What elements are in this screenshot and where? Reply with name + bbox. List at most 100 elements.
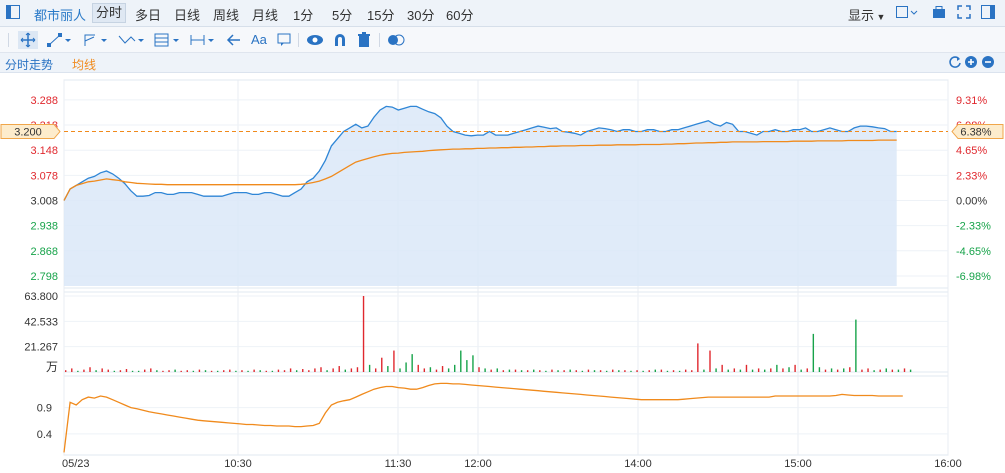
line-tool-icon[interactable] (46, 31, 74, 49)
tab-30min[interactable]: 30分 (407, 5, 434, 24)
tab-weekly[interactable]: 周线 (213, 5, 239, 24)
volume-bar (405, 362, 407, 372)
volume-bar (162, 370, 164, 372)
tab-intraday-trend[interactable]: 分时走势 (5, 56, 53, 73)
volume-panel (63, 291, 949, 373)
intraday-chart[interactable]: 3.2889.31%3.2186.98%3.1484.65%3.0782.33%… (0, 73, 1005, 473)
tab-60min[interactable]: 60分 (446, 5, 473, 24)
chevron-down-icon: ▼ (874, 12, 886, 22)
tab-15min[interactable]: 15分 (367, 5, 394, 24)
volume-bar (447, 368, 450, 372)
volume-bar (605, 370, 608, 372)
display-label: 显示 (848, 8, 875, 23)
volume-bar (836, 369, 839, 372)
volume-bar (144, 369, 146, 372)
volume-bar (326, 370, 328, 372)
volume-bar (514, 369, 517, 372)
volume-bar (381, 357, 383, 372)
volume-bar (150, 368, 152, 372)
crosshair-pct-label: 6.38% (960, 127, 991, 139)
volume-bar (855, 319, 857, 372)
wave-tool-icon[interactable] (117, 31, 147, 49)
text-tool-icon[interactable]: Aa (251, 31, 267, 49)
fullscreen-icon[interactable] (957, 5, 971, 19)
pct-tick-label: -2.33% (956, 221, 991, 233)
volume-bar (283, 370, 286, 372)
measure-tool-icon[interactable] (189, 31, 217, 49)
volume-bar (721, 364, 723, 372)
volume-bar (551, 369, 553, 372)
volume-bar (356, 367, 359, 372)
tab-avg-line[interactable]: 均线 (72, 56, 96, 73)
volume-bar (593, 370, 596, 372)
tab-intraday[interactable]: 分时 (92, 3, 127, 23)
back-arrow-icon[interactable] (226, 31, 242, 49)
volume-bar (423, 368, 426, 372)
volume-bar (599, 370, 602, 372)
zoom-out-icon[interactable] (981, 55, 995, 72)
volume-bar (320, 367, 322, 372)
panel-toggle-icon[interactable] (981, 5, 995, 19)
tab-multi-day[interactable]: 多日 (135, 5, 161, 24)
magnet-icon[interactable] (332, 31, 348, 49)
volume-bar (776, 364, 778, 372)
volume-bar (684, 369, 687, 372)
tab-monthly[interactable]: 月线 (252, 5, 278, 24)
volume-bar (782, 368, 784, 372)
refresh-icon[interactable] (948, 55, 962, 72)
volume-bar (168, 370, 170, 372)
volume-bar (612, 369, 614, 372)
volume-bar (824, 369, 827, 372)
time-tick-label: 05/23 (62, 458, 90, 470)
toolbox-icon[interactable] (932, 5, 946, 19)
sidebar-toggle-icon[interactable] (6, 5, 20, 19)
volume-bar (454, 364, 456, 372)
overlay-compare-icon[interactable] (387, 31, 405, 49)
layout-icon[interactable] (896, 5, 918, 19)
time-tick-label: 12:00 (464, 458, 492, 470)
fib-tool-icon[interactable] (153, 31, 183, 49)
volume-bar (526, 370, 529, 372)
volume-bar (65, 370, 67, 372)
volume-bar (691, 370, 693, 372)
channel-tool-icon[interactable] (82, 31, 110, 49)
volume-bar (502, 370, 505, 372)
tab-5min[interactable]: 5分 (332, 5, 352, 24)
volume-bar (466, 360, 468, 372)
tab-daily[interactable]: 日线 (174, 5, 200, 24)
volume-bar (678, 370, 681, 372)
zoom-in-icon[interactable] (964, 55, 978, 72)
volume-bar (794, 364, 796, 372)
crosshair-tool-icon[interactable] (18, 31, 38, 49)
comment-tool-icon[interactable] (276, 31, 292, 49)
stock-name[interactable]: 都市丽人 (34, 5, 86, 24)
volume-bar (484, 368, 486, 372)
time-tick-label: 16:00 (934, 458, 962, 470)
volume-bar (733, 368, 736, 372)
volume-bar (368, 364, 371, 372)
volume-bar (302, 369, 304, 372)
volume-bar (137, 370, 140, 372)
drawing-toolbar: Aa (0, 27, 1005, 53)
top-bar: 都市丽人 分时 多日 日线 周线 月线 1分 5分 15分 30分 60分 显示… (0, 0, 1005, 27)
volume-bar (77, 370, 79, 372)
toolbar-grip (8, 33, 9, 47)
volume-bar (259, 370, 261, 372)
volume-bar (204, 370, 207, 372)
volume-bar (812, 333, 815, 372)
volume-bar (156, 370, 158, 372)
price-tick-label: 3.288 (30, 95, 58, 107)
volume-bar (654, 369, 656, 372)
volume-bar (223, 370, 225, 372)
price-tick-label: 3.078 (30, 170, 58, 182)
volume-bar (636, 370, 638, 372)
volume-bar (697, 343, 699, 372)
volume-bar (101, 368, 103, 372)
stock-intraday-window: 都市丽人 分时 多日 日线 周线 月线 1分 5分 15分 30分 60分 显示… (0, 0, 1005, 473)
volume-bar (399, 368, 401, 372)
tab-1min[interactable]: 1分 (293, 5, 313, 24)
trash-icon[interactable] (356, 31, 372, 49)
volume-bar (113, 370, 116, 372)
eye-icon[interactable] (306, 31, 324, 49)
display-menu[interactable]: 显示 ▼ (848, 5, 885, 24)
